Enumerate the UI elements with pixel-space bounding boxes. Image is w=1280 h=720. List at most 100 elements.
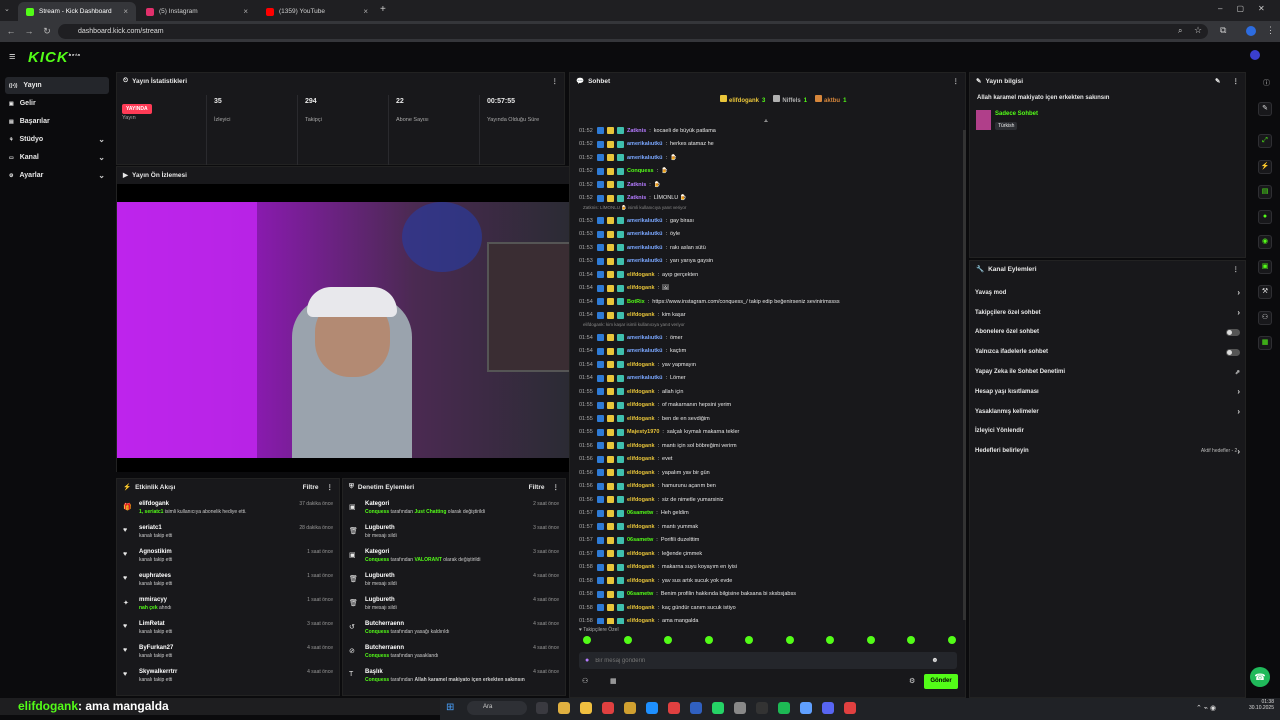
chat-message[interactable]: 01:58 06sametw: Benim profilin hakkında bi… (573, 588, 961, 602)
whatsapp-icon[interactable] (712, 702, 724, 714)
activity-menu-icon[interactable]: ⋮ (327, 483, 334, 491)
chat-message[interactable]: 01:56 elifdogank: siz de nimetle yumarsini… (573, 493, 961, 507)
chat-message[interactable]: 01:52 Zatknis: kocaeli de büyük patlama (573, 124, 961, 138)
message-user[interactable]: elifdogank (627, 497, 655, 503)
tray-icons[interactable]: ⌃ ⌁ ◉ (1196, 704, 1216, 712)
message-user[interactable]: elifdogank (627, 389, 655, 395)
message-user[interactable]: amerikalıutkü (627, 245, 662, 251)
message-user[interactable]: Majesty1970 (627, 429, 659, 435)
profile-avatar[interactable] (1246, 26, 1256, 36)
chat-message[interactable]: 01:58 elifdogank: makarna suyu koyayım en … (573, 561, 961, 575)
chat-message[interactable]: 01:54 elifdogank: kim kaşar (573, 309, 961, 323)
top-gifter[interactable]: elifdogank 3 (720, 95, 765, 104)
chat-calendar-icon[interactable]: ▦ (610, 677, 617, 685)
new-tab-button[interactable]: + (380, 4, 386, 15)
pencil-icon[interactable]: ✎ (1258, 102, 1272, 116)
message-user[interactable]: 06sametw (627, 537, 653, 543)
category-name[interactable]: Sadece Sohbet (995, 111, 1038, 117)
url-input[interactable]: dashboard.kick.com/stream (58, 24, 1208, 39)
task-view-icon[interactable] (536, 702, 548, 714)
message-user[interactable]: elifdogank (627, 443, 655, 449)
emote-icon[interactable] (866, 636, 875, 644)
spotify-icon[interactable] (778, 702, 790, 714)
message-user[interactable]: elifdogank (627, 456, 655, 462)
user-avatar[interactable] (1250, 50, 1260, 60)
channel-action-row[interactable]: Yavaş mod › (970, 283, 1245, 303)
feed-row[interactable]: ♥ ByFurkan27 kanalı takip etti 4 saat önce (117, 645, 339, 669)
feed-row[interactable]: ⊘ Butcherraenn Conquess tarafından yasakla… (343, 645, 565, 669)
edit-stream-icon[interactable]: ✎ (1215, 77, 1220, 85)
wrench-icon[interactable]: ⚒ (1258, 285, 1272, 299)
emote-icon[interactable] (826, 636, 835, 644)
top-gifter[interactable]: Niffels 1 (773, 95, 807, 104)
message-user[interactable]: amerikalıutkü (627, 231, 662, 237)
message-user[interactable]: elifdogank (627, 416, 655, 422)
chat-message[interactable]: 01:54 amerikalıutkü: ömer (573, 331, 961, 345)
chat-message[interactable]: 01:58 elifdogank: ama mangalda (573, 615, 961, 624)
chat-message[interactable]: 01:58 elifdogank: yav sus artık sucuk yok … (573, 574, 961, 588)
chat-tools-icon[interactable]: ⚇ (582, 677, 588, 685)
message-user[interactable]: amerikalıutkü (627, 218, 662, 224)
message-user[interactable]: amerikalıutkü (627, 155, 662, 161)
message-user[interactable]: 06sametw (627, 591, 653, 597)
sidebar-item-5[interactable]: ⚙ Ayarlar ⌄ (5, 167, 109, 184)
browser-tab[interactable]: Stream - Kick Dashboard × (18, 2, 136, 21)
sidebar-item-3[interactable]: ⚘ Stüdyo ⌄ (5, 131, 109, 148)
message-user[interactable]: amerikalıutkü (627, 141, 662, 147)
chat-message[interactable]: 01:57 elifdogank: leğende çimmek (573, 547, 961, 561)
hamburger-icon[interactable]: ≡ (9, 51, 15, 63)
toggle-switch[interactable] (1226, 348, 1240, 356)
toggle-switch[interactable] (1226, 328, 1240, 336)
message-user[interactable]: elifdogank (627, 483, 655, 489)
message-user[interactable]: amerikalıutkü (627, 348, 662, 354)
message-user[interactable]: Zatknis (627, 182, 646, 188)
browser-menu-icon[interactable]: ⋮ (1266, 25, 1275, 36)
sidebar-item-4[interactable]: ▭ Kanal ⌄ (5, 149, 109, 166)
chat-message[interactable]: 01:52 Conquess: 🍺 (573, 165, 961, 179)
channel-action-row[interactable]: Yapay Zeka ile Sohbet Denetimi ⇗ (970, 362, 1245, 382)
reload-icon[interactable]: ↻ (40, 24, 54, 38)
chat-message[interactable]: 01:53 amerikalıutkü: öyle (573, 228, 961, 242)
emote-icon[interactable] (704, 636, 713, 644)
feed-row[interactable]: ▣ Kategori Conquess tarafından VALORANT ol… (343, 549, 565, 573)
chat-bubble-icon[interactable]: ● (1258, 210, 1272, 224)
feed-row[interactable]: 🗑 Lugbureth bir mesajı sildi 4 saat önce (343, 573, 565, 597)
feed-row[interactable]: 🗑 Lugbureth bir mesajı sildi 3 saat önce (343, 525, 565, 549)
folder-icon[interactable] (580, 702, 592, 714)
feed-row[interactable]: ↺ Butcherraenn Conquess tarafından yasağı … (343, 621, 565, 645)
browser-tab[interactable]: (1359) YouTube × (258, 2, 376, 21)
store-icon[interactable] (690, 702, 702, 714)
channel-action-row[interactable]: Takipçilere özel sohbet › (970, 303, 1245, 323)
emote-icon[interactable] (664, 636, 673, 644)
message-user[interactable]: elifdogank (627, 362, 655, 368)
feed-row[interactable]: ♥ LimRetat kanalı takip etti 3 saat önce (117, 621, 339, 645)
extensions-icon[interactable]: ⧉ (1220, 25, 1226, 36)
message-user[interactable]: amerikalıutkü (627, 335, 662, 341)
channel-action-row[interactable]: Yasaklanmış kelimeler › (970, 402, 1245, 422)
chat-message[interactable]: 01:53 amerikalıutkü: yarı yarıya gaysin (573, 255, 961, 269)
device-icon[interactable]: ▣ (1258, 260, 1272, 274)
app-icon[interactable] (800, 702, 812, 714)
terminal-icon[interactable] (756, 702, 768, 714)
settings-icon[interactable] (734, 702, 746, 714)
feed-row[interactable]: T Başlık Conquess tarafından Allah karamel… (343, 669, 565, 693)
message-user[interactable]: elifdogank (627, 285, 655, 291)
tab-search-icon[interactable]: ⌄ (4, 5, 10, 13)
broadcast-icon[interactable]: ◉ (1258, 235, 1272, 249)
chat-input[interactable]: ● ☻ (579, 652, 957, 669)
emote-icon[interactable] (947, 636, 956, 644)
edge-icon[interactable] (646, 702, 658, 714)
message-user[interactable]: elifdogank (627, 312, 655, 318)
chrome-icon[interactable] (602, 702, 614, 714)
channel-action-row[interactable]: Hedefleri belirleyin Aktif hedefler - 2 › (970, 441, 1245, 461)
tab-close-icon[interactable]: × (363, 7, 368, 16)
message-user[interactable]: BotRix (627, 299, 645, 305)
activity-filter-button[interactable]: Filtre (303, 484, 319, 491)
chat-message[interactable]: 01:52 amerikalıutkü: 🍺 (573, 151, 961, 165)
chat-message[interactable]: 01:58 elifdogank: kaç gündür canım sucuk i… (573, 601, 961, 615)
moderation-filter-button[interactable]: Filtre (529, 484, 545, 491)
message-user[interactable]: elifdogank (627, 272, 655, 278)
chat-message[interactable]: 01:57 06sametw: Heh geldim (573, 507, 961, 521)
message-user[interactable]: elifdogank (627, 470, 655, 476)
emote-icon[interactable] (583, 636, 591, 644)
